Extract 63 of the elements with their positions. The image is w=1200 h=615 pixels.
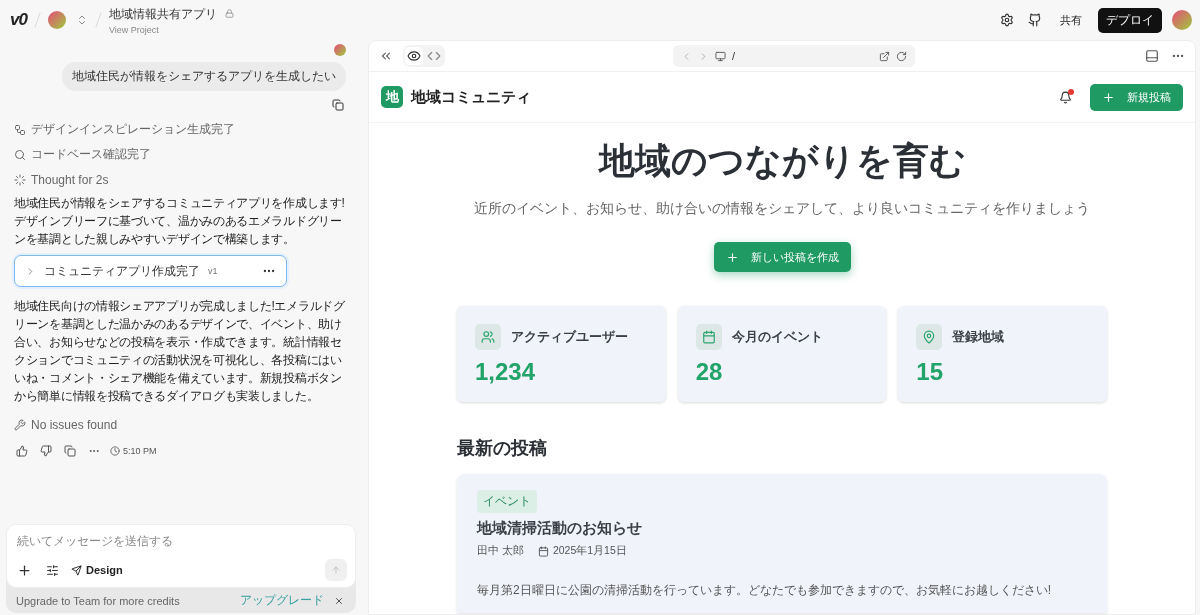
- app-logo: 地: [381, 86, 403, 108]
- hero-subtitle: 近所のイベント、お知らせ、助け合いの情報をシェアして、より良いコミュニティを作りましょう: [473, 200, 1091, 218]
- like-button[interactable]: [14, 443, 30, 459]
- cursor-icon: [71, 564, 82, 576]
- post-author: 田中 太郎: [477, 544, 524, 558]
- chevrons-left-icon: [379, 49, 393, 63]
- calendar-icon: [695, 324, 722, 350]
- wrench-icon: [14, 418, 26, 431]
- step-label: コードベース確認完了: [31, 146, 151, 163]
- copy-button[interactable]: [62, 443, 78, 459]
- stat-value: 15: [916, 358, 945, 386]
- copy-button[interactable]: [330, 97, 346, 113]
- team-avatar[interactable]: [47, 11, 66, 29]
- share-button[interactable]: 共有: [1054, 11, 1088, 29]
- version-card[interactable]: コミュニティアプリ作成完了 v1: [14, 255, 287, 287]
- stat-label: 登録地域: [952, 328, 1005, 346]
- user-message: 地域住民が情報をシェアするアプリを生成したい: [62, 62, 346, 91]
- plus-icon: [725, 250, 739, 264]
- stat-value: 28: [695, 358, 724, 386]
- step-label: デザインインスピレーション生成完了: [31, 121, 235, 138]
- workflow-icon: [14, 123, 26, 136]
- arrow-up-icon: [331, 564, 341, 576]
- step-label: Thought for 2s: [31, 172, 109, 187]
- panel-button[interactable]: [1143, 47, 1161, 65]
- deploy-button[interactable]: デプロイ: [1098, 7, 1162, 33]
- clock-icon: [110, 446, 120, 456]
- notification-button[interactable]: [1057, 88, 1074, 106]
- post-date: 2025年1月15日: [552, 544, 627, 558]
- plus-icon: [17, 562, 32, 578]
- check-status: No issues found: [31, 417, 118, 432]
- calendar-icon: [537, 545, 549, 557]
- close-icon: [334, 595, 344, 606]
- preview-tab[interactable]: [405, 47, 423, 65]
- upgrade-text: Upgrade to Team for more credits: [16, 594, 180, 607]
- app-name: 地域コミュニティ: [411, 87, 531, 107]
- user-avatar[interactable]: [1172, 10, 1192, 30]
- users-icon: [475, 324, 501, 350]
- assistant-message: 地域住民が情報をシェアするコミュニティアプリを作成します!デザインブリーフに基づいて、温かみのあるエメラルドグリーンを基調とした親しみやすいデザインで構築します。: [14, 195, 346, 248]
- design-mode-button[interactable]: Design: [71, 564, 123, 576]
- hero-title: 地域のつながりを育む: [597, 139, 967, 183]
- search-icon: [14, 148, 26, 161]
- message-time: 5:10 PM: [123, 446, 157, 456]
- stat-label: アクティブユーザー: [511, 328, 628, 346]
- eye-icon: [407, 49, 421, 63]
- post-body: 毎月第2日曜日に公園の清掃活動を行っています。どなたでも参加できますので、お気軽にお越しください!: [477, 582, 1051, 599]
- view-project-link[interactable]: View Project: [108, 24, 234, 35]
- project-title[interactable]: 地域情報共有アプリ: [108, 5, 234, 23]
- post-tag: イベント: [477, 490, 537, 513]
- dislike-button[interactable]: [38, 443, 54, 459]
- post-title: 地域清掃活動のお知らせ: [477, 519, 642, 538]
- logo[interactable]: v0: [10, 10, 27, 30]
- stat-label: 今月のイベント: [731, 328, 823, 346]
- settings-button[interactable]: [998, 11, 1016, 29]
- stat-value: 1,234: [475, 358, 537, 386]
- user-avatar: [334, 44, 346, 56]
- section-title: 最新の投稿: [457, 437, 548, 460]
- create-post-button[interactable]: 新しい投稿を作成: [713, 242, 851, 272]
- code-icon: [427, 49, 441, 63]
- map-pin-icon: [916, 324, 943, 350]
- plus-icon: [1102, 90, 1115, 104]
- assistant-message: 地域住民向けの情報シェアアプリが完成しました!エメラルドグリーンを基調とした温かみのあるデザインで、イベント、助け合い、お知らせなどの投稿を表示・作成できます。統計情報セクションでコミュニティの活動状況を可視化し、各投稿にはいいね・コメント・シェア機能を備えています。新規投稿ボタンから簡単に情報を投稿できるダイアログも実装しました。: [14, 298, 346, 405]
- url-bar[interactable]: /: [673, 45, 915, 67]
- new-post-button[interactable]: 新規投稿: [1090, 83, 1183, 111]
